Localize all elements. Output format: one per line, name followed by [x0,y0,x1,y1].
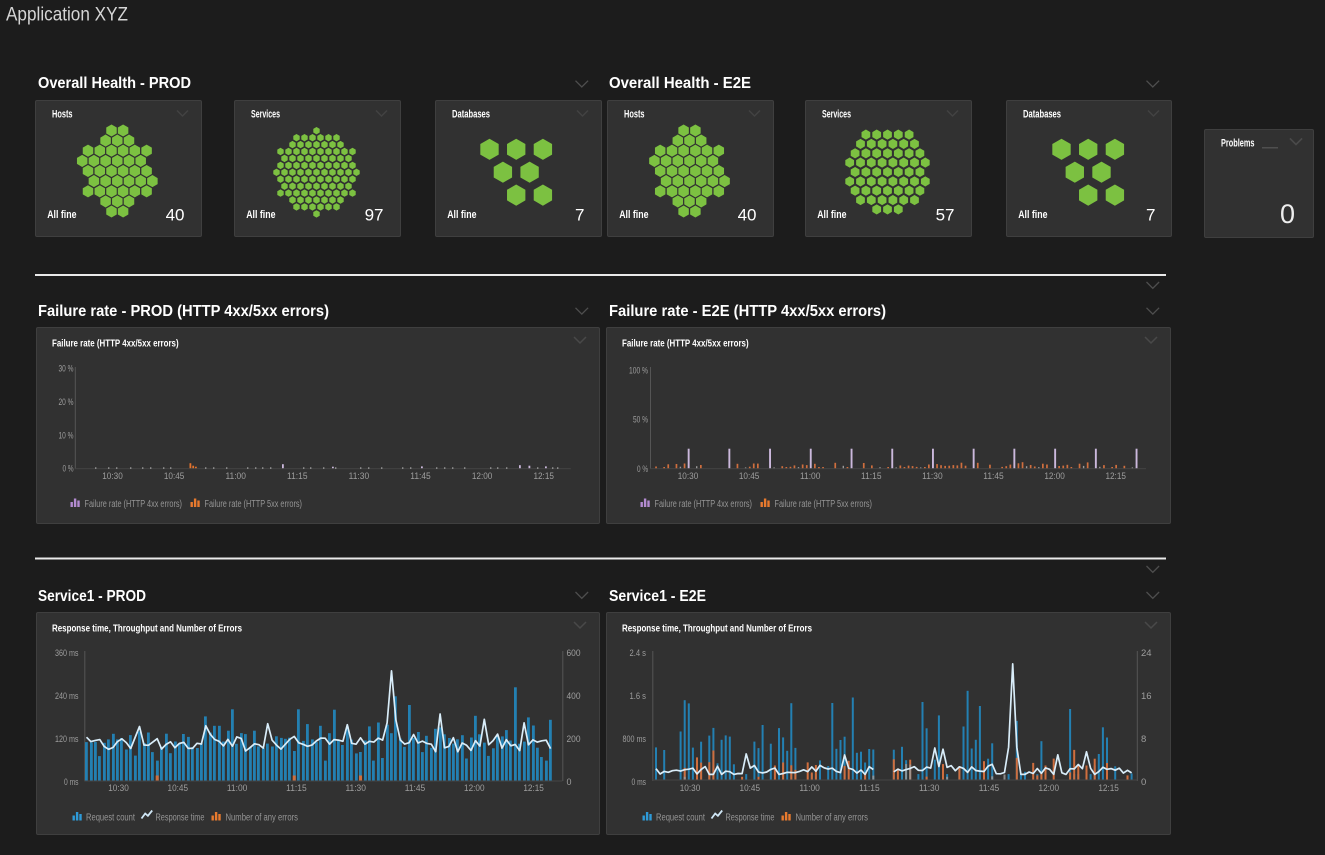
svg-text:10 %: 10 % [59,430,74,441]
svg-text:10:45: 10:45 [168,783,189,794]
svg-text:240 ms: 240 ms [55,691,79,702]
svg-text:10:45: 10:45 [164,471,185,482]
svg-text:All fine: All fine [47,209,76,221]
svg-text:16: 16 [1141,691,1152,702]
svg-text:Failure rate - E2E (HTTP 4xx/5: Failure rate - E2E (HTTP 4xx/5xx errors) [609,303,886,320]
svg-text:30 %: 30 % [59,364,74,375]
svg-text:24: 24 [1141,648,1152,659]
svg-text:20 %: 20 % [59,397,74,408]
svg-text:10:30: 10:30 [102,471,123,482]
svg-text:12:00: 12:00 [472,471,493,482]
svg-text:11:30: 11:30 [919,783,940,794]
svg-text:1.6 s: 1.6 s [630,691,647,702]
svg-text:Overall Health - E2E: Overall Health - E2E [609,75,751,92]
svg-text:Request count: Request count [86,813,135,824]
svg-text:Service1 - E2E: Service1 - E2E [609,588,706,605]
svg-text:2.4 s: 2.4 s [630,648,647,659]
svg-text:Failure rate (HTTP 4xx/5xx err: Failure rate (HTTP 4xx/5xx errors) [52,338,179,350]
svg-text:11:15: 11:15 [859,783,880,794]
svg-text:97: 97 [365,206,384,225]
svg-text:200: 200 [567,734,581,745]
svg-text:12:15: 12:15 [1098,783,1119,794]
svg-text:0: 0 [1280,199,1295,229]
svg-text:11:00: 11:00 [799,783,820,794]
svg-text:11:45: 11:45 [983,471,1004,482]
svg-text:12:15: 12:15 [1105,471,1126,482]
svg-text:0 %: 0 % [637,464,648,475]
svg-text:10:30: 10:30 [678,471,699,482]
svg-text:11:15: 11:15 [286,783,307,794]
svg-text:600: 600 [567,648,581,659]
svg-text:40: 40 [166,206,185,225]
svg-text:7: 7 [1146,206,1155,225]
svg-text:Failure rate (HTTP 5xx errors): Failure rate (HTTP 5xx errors) [205,499,303,510]
svg-text:0 ms: 0 ms [632,777,647,788]
svg-text:11:00: 11:00 [800,471,821,482]
svg-text:10:30: 10:30 [108,783,129,794]
svg-text:Number of any errors: Number of any errors [226,813,299,824]
svg-text:Hosts: Hosts [52,109,73,121]
svg-text:Databases: Databases [452,109,490,121]
svg-text:11:45: 11:45 [405,783,426,794]
svg-text:Services: Services [251,109,280,121]
svg-text:10:45: 10:45 [740,783,761,794]
svg-text:11:15: 11:15 [861,471,882,482]
svg-text:Number of any errors: Number of any errors [796,813,869,824]
svg-text:All fine: All fine [1018,209,1047,221]
svg-text:800 ms: 800 ms [623,734,647,745]
svg-text:0: 0 [567,777,572,788]
svg-text:12:00: 12:00 [1039,783,1060,794]
svg-text:Hosts: Hosts [624,109,645,121]
svg-text:All fine: All fine [246,209,275,221]
svg-text:11:30: 11:30 [349,471,370,482]
svg-text:Response time, Throughput and: Response time, Throughput and Number of … [622,623,812,635]
svg-text:7: 7 [575,206,584,225]
svg-text:0 ms: 0 ms [64,777,79,788]
svg-text:Application XYZ: Application XYZ [6,5,128,26]
svg-text:0 %: 0 % [63,464,74,475]
svg-text:100 %: 100 % [629,366,648,377]
svg-text:Response time: Response time [156,813,205,824]
svg-text:12:00: 12:00 [464,783,485,794]
svg-text:40: 40 [738,206,757,225]
svg-text:12:15: 12:15 [523,783,544,794]
svg-text:Problems: Problems [1221,138,1255,150]
svg-text:11:30: 11:30 [922,471,943,482]
svg-text:Request count: Request count [656,813,705,824]
svg-text:50 %: 50 % [633,415,648,426]
svg-text:11:45: 11:45 [979,783,1000,794]
svg-text:Response time: Response time [726,813,775,824]
svg-text:Overall Health - PROD: Overall Health - PROD [38,75,191,92]
svg-text:Service1 - PROD: Service1 - PROD [38,588,146,605]
svg-text:Services: Services [822,109,851,121]
svg-text:10:30: 10:30 [680,783,701,794]
svg-text:Failure rate - PROD (HTTP 4xx/: Failure rate - PROD (HTTP 4xx/5xx errors… [38,303,329,320]
svg-text:57: 57 [936,206,955,225]
svg-text:Failure rate (HTTP 4xx/5xx err: Failure rate (HTTP 4xx/5xx errors) [622,338,749,350]
svg-text:All fine: All fine [619,209,648,221]
svg-text:Response time, Throughput and: Response time, Throughput and Number of … [52,623,242,635]
svg-text:360 ms: 360 ms [55,648,79,659]
svg-text:11:00: 11:00 [227,783,248,794]
svg-text:Failure rate (HTTP 5xx errors): Failure rate (HTTP 5xx errors) [775,499,873,510]
svg-text:11:45: 11:45 [410,471,431,482]
svg-text:12:00: 12:00 [1044,471,1065,482]
svg-text:All fine: All fine [447,209,476,221]
svg-text:All fine: All fine [817,209,846,221]
svg-text:8: 8 [1141,734,1146,745]
svg-text:Failure rate (HTTP 4xx errors): Failure rate (HTTP 4xx errors) [85,499,183,510]
svg-text:400: 400 [567,691,581,702]
svg-text:120 ms: 120 ms [55,734,79,745]
svg-text:Databases: Databases [1023,109,1061,121]
svg-text:11:15: 11:15 [287,471,308,482]
svg-text:11:00: 11:00 [225,471,246,482]
svg-text:10:45: 10:45 [739,471,760,482]
svg-text:Failure rate (HTTP 4xx errors): Failure rate (HTTP 4xx errors) [655,499,753,510]
svg-text:12:15: 12:15 [533,471,554,482]
svg-text:0: 0 [1141,777,1146,788]
svg-text:11:30: 11:30 [345,783,366,794]
